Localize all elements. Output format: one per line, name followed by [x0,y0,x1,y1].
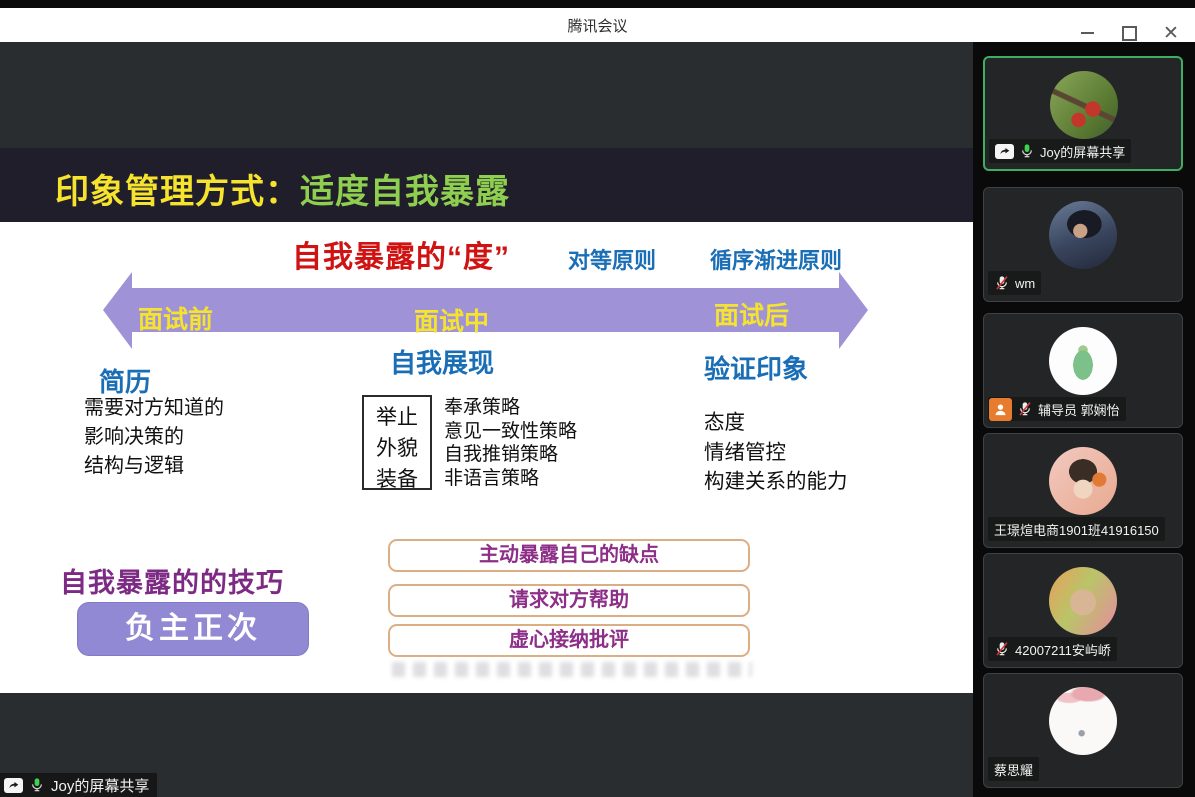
slide-title-yellow: 印象管理方式： [55,173,300,211]
arrow-label-after: 面试后 [714,296,789,332]
participant-label: 王璟煊电商1901班41916150 [988,517,1165,541]
participant-tile[interactable]: Joy的屏幕共享 [983,56,1183,171]
verify-lines: 态度 情绪管控 构建关系的能力 [704,408,848,497]
slide-title: 印象管理方式：适度自我暴露 [55,164,510,213]
participant-tile[interactable]: 王璟煊电商1901班41916150 [983,433,1183,548]
window-title: 腾讯会议 [567,15,627,36]
maximize-icon [1122,26,1137,41]
participant-avatar [1050,71,1118,139]
participant-avatar [1049,201,1117,269]
screen-share-icon [995,144,1014,159]
participant-label: Joy的屏幕共享 [989,139,1131,163]
screen-top-strip [0,0,1195,8]
participant-avatar [1049,327,1117,395]
participant-sidebar: Joy的屏幕共享 wm [973,42,1195,797]
participant-label: 辅导员 郭娴怡 [988,397,1126,421]
skills-heading: 自我暴露的的技巧 [60,561,284,600]
self-presentation-heading: 自我展现 [390,343,494,380]
mic-muted-icon [1017,401,1033,417]
participant-name: 42007211安屿峤 [1015,640,1111,659]
close-icon: ✕ [1163,24,1179,43]
appearance-box: 举止 外貌 装备 [362,395,432,490]
tip-box-1: 主动暴露自己的缺点 [388,539,750,572]
ghost-text-artifact [392,662,752,677]
strategy-list: 奉承策略 意见一致性策略 自我推销策略 非语言策略 [444,396,577,490]
participant-avatar [1049,567,1117,635]
skills-button-shape: 负主正次 [77,602,309,656]
mic-on-icon [1019,143,1035,159]
participant-tile[interactable]: 42007211安屿峤 [983,553,1183,668]
host-badge-icon [989,398,1012,421]
participant-name: 王璟煊电商1901班41916150 [994,520,1159,539]
slide-content: 自我暴露的“度” 对等原则 循序渐进原则 面试前 面试中 面试后 简历 需要对方… [0,222,973,693]
screen-share-icon [4,778,23,793]
mic-muted-icon [994,641,1010,657]
slide-title-green: 适度自我暴露 [300,173,510,211]
participant-name: 蔡思耀 [994,760,1033,779]
arrow-label-during: 面试中 [414,302,489,338]
participant-tile[interactable]: wm [983,187,1183,302]
participant-label: wm [988,271,1041,295]
shared-screen-view: 印象管理方式：适度自我暴露 自我暴露的“度” 对等原则 循序渐进原则 面试前 面… [0,42,973,797]
participant-label: 42007211安屿峤 [988,637,1117,661]
slide-title-band: 印象管理方式：适度自我暴露 [0,148,973,222]
sharer-name-overlay: Joy的屏幕共享 [0,773,157,797]
participant-name: wm [1015,276,1035,291]
window-titlebar: 腾讯会议 ✕ [0,8,1195,42]
minimize-icon [1081,32,1094,34]
arrow-label-before: 面试前 [138,300,213,336]
mic-muted-icon [994,275,1010,291]
participant-avatar [1049,447,1117,515]
tip-box-2: 请求对方帮助 [388,584,750,617]
tip-box-3: 虚心接纳批评 [388,624,750,657]
resume-lines: 需要对方知道的 影响决策的 结构与逻辑 [84,394,224,481]
verify-impression-heading: 验证印象 [704,349,808,386]
participant-tile[interactable]: 蔡思耀 [983,673,1183,788]
sharer-name-text: Joy的屏幕共享 [51,775,149,796]
participant-tile[interactable]: 辅导员 郭娴怡 [983,313,1183,428]
mic-on-icon [29,777,45,793]
participant-name: Joy的屏幕共享 [1040,142,1125,161]
participant-avatar [1049,687,1117,755]
participant-name: 辅导员 郭娴怡 [1038,400,1120,419]
participant-label: 蔡思耀 [988,757,1039,781]
